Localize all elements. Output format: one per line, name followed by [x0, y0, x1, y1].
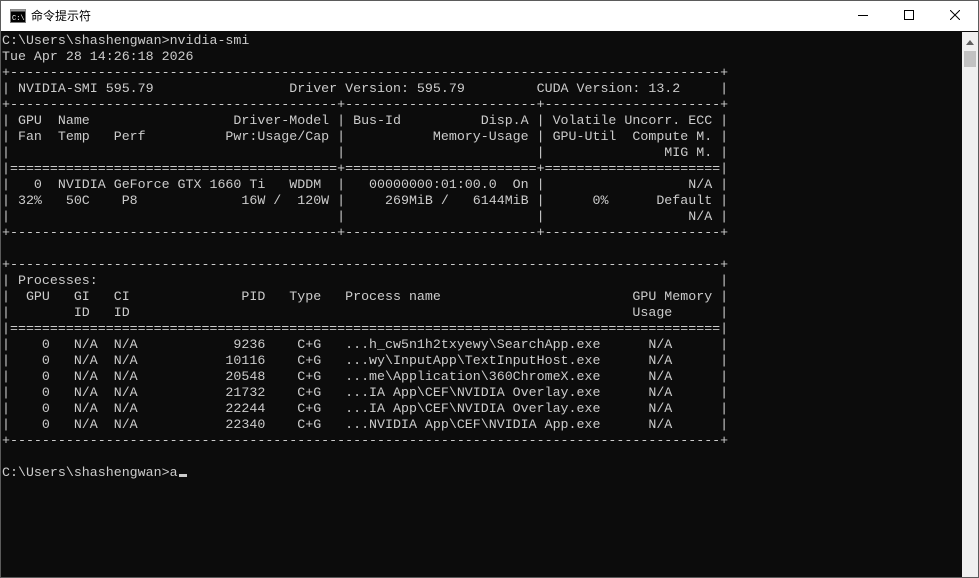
console-line: | 0 N/A N/A 22340 C+G ...NVIDIA App\CEF\… [2, 417, 729, 432]
console-line: | Processes: | [2, 273, 729, 288]
svg-text:C:\: C:\ [12, 15, 25, 23]
close-icon [949, 7, 961, 25]
console-line: | 0 N/A N/A 20548 C+G ...me\Application\… [2, 369, 729, 384]
maximize-icon [904, 7, 914, 25]
console-line: | | | N/A | [2, 209, 729, 224]
console-line: | 0 N/A N/A 9236 C+G ...h_cw5n1h2txyewy\… [2, 337, 729, 352]
console-line: | GPU GI CI PID Type Process name GPU Me… [2, 289, 729, 304]
scroll-up-button[interactable] [962, 32, 978, 49]
console-line: +---------------------------------------… [2, 225, 729, 240]
vertical-scrollbar[interactable] [962, 32, 978, 577]
scroll-up-arrow-icon [966, 32, 974, 50]
window-title: 命令提示符 [31, 9, 92, 23]
console-line: +---------------------------------------… [2, 433, 729, 448]
console-line: | 0 NVIDIA GeForce GTX 1660 Ti WDDM | 00… [2, 177, 729, 192]
console-line: | | | MIG M. | [2, 145, 729, 160]
console-output[interactable]: C:\Users\shashengwan>nvidia-smi Tue Apr 2… [1, 32, 962, 577]
console-line: | ID ID Usage | [2, 305, 729, 320]
maximize-button[interactable] [886, 1, 932, 31]
console-line: | 0 N/A N/A 10116 C+G ...wy\InputApp\Tex… [2, 353, 729, 368]
console-line: | NVIDIA-SMI 595.79 Driver Version: 595.… [2, 81, 729, 96]
minimize-button[interactable] [840, 1, 886, 31]
text-cursor [178, 474, 187, 477]
console-line: |=======================================… [2, 161, 729, 176]
console-line: | GPU Name Driver-Model | Bus-Id Disp.A … [2, 113, 729, 128]
command-prompt-window: C:\ 命令提示符 C:\Users\shashengwan>nvidia-sm… [0, 0, 979, 578]
scrollbar-thumb[interactable] [964, 51, 976, 67]
console-line: | 0 N/A N/A 21732 C+G ...IA App\CEF\NVID… [2, 385, 729, 400]
console-line: | 32% 50C P8 16W / 120W | 269MiB / 6144M… [2, 193, 729, 208]
minimize-icon [858, 7, 868, 25]
console-line: C:\Users\shashengwan>a [2, 465, 728, 481]
console-line: | Fan Temp Perf Pwr:Usage/Cap | Memory-U… [2, 129, 729, 144]
console-line: Tue Apr 28 14:26:18 2026 [2, 49, 194, 64]
close-button[interactable] [932, 1, 978, 31]
console-line: +---------------------------------------… [2, 97, 729, 112]
cmd-icon: C:\ [10, 9, 26, 23]
console-line: | 0 N/A N/A 22244 C+G ...IA App\CEF\NVID… [2, 401, 729, 416]
console-line: +---------------------------------------… [2, 65, 729, 80]
console-line: C:\Users\shashengwan>nvidia-smi [2, 33, 250, 48]
console-text: C:\Users\shashengwan>nvidia-smi Tue Apr 2… [2, 33, 728, 481]
console-line: +---------------------------------------… [2, 257, 729, 272]
title-bar[interactable]: C:\ 命令提示符 [1, 1, 978, 31]
console-line: |=======================================… [2, 321, 729, 336]
